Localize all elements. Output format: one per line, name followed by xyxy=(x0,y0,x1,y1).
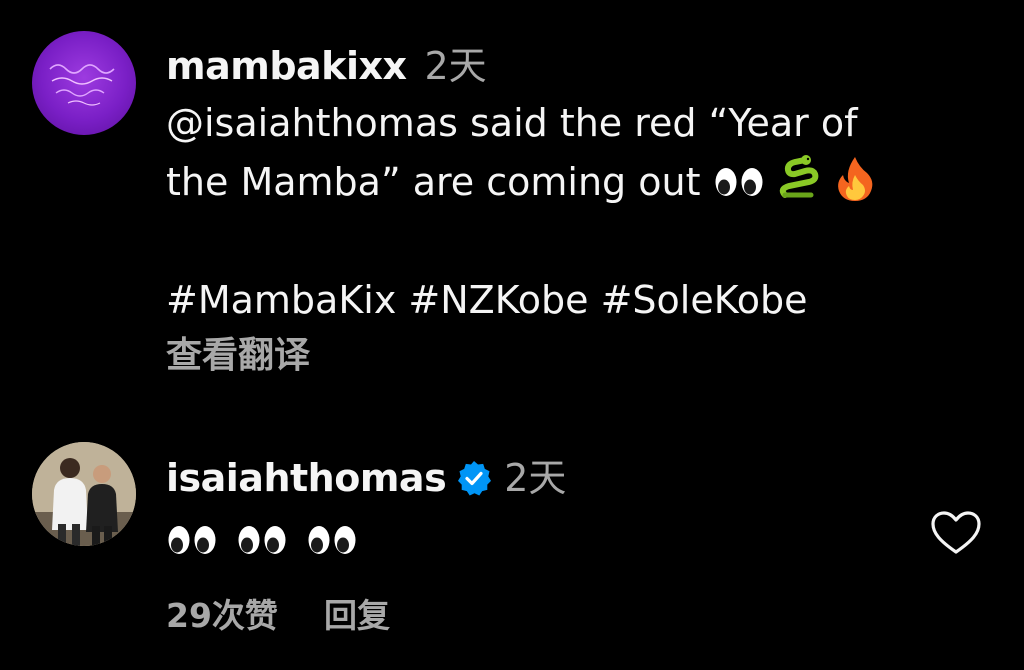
comment-header: isaiahthomas 2天 xyxy=(166,446,984,510)
avatar-logo-icon xyxy=(49,64,115,106)
avatar[interactable] xyxy=(32,442,136,546)
comment-text-line-1: @isaiahthomas said the red “Year of xyxy=(166,101,858,145)
see-translation-link[interactable]: 查看翻译 xyxy=(166,330,984,382)
avatar[interactable] xyxy=(32,31,136,135)
eyes-emoji-icon xyxy=(238,526,286,554)
timestamp: 2天 xyxy=(424,44,487,88)
verified-badge-icon xyxy=(458,461,492,496)
reply-button[interactable]: 回复 xyxy=(324,588,390,644)
comment-actions: 29次赞 回复 xyxy=(166,588,390,644)
comment-text: @isaiahthomas said the red “Year of the … xyxy=(166,94,984,330)
avatar-photo-icon xyxy=(32,442,136,546)
hashtag-mambakix[interactable]: #MambaKix xyxy=(166,278,396,322)
comment-text xyxy=(166,512,984,568)
likes-count[interactable]: 29次赞 xyxy=(166,588,278,644)
comment-text-line-2: the Mamba” are coming out xyxy=(166,153,984,212)
comment-body: mambakixx 2天 @isaiahthomas said the red … xyxy=(166,34,984,382)
hashtags: #MambaKix #NZKobe #SoleKobe xyxy=(166,271,984,330)
username[interactable]: mambakixx xyxy=(166,34,407,98)
snake-emoji-icon xyxy=(779,155,819,198)
eyes-emoji-icon xyxy=(715,168,763,196)
username[interactable]: isaiahthomas xyxy=(166,446,447,510)
timestamp: 2天 xyxy=(504,456,567,500)
fire-emoji-icon xyxy=(837,157,873,201)
comment-header: mambakixx 2天 xyxy=(166,34,984,98)
comment-body: isaiahthomas 2天 xyxy=(166,446,984,568)
comment-text-line-2-text: the Mamba” are coming out xyxy=(166,160,701,204)
eyes-emoji-icon xyxy=(308,526,356,554)
hashtag-nzkobe[interactable]: #NZKobe xyxy=(408,278,588,322)
heart-icon[interactable] xyxy=(930,510,982,556)
eyes-emoji-icon xyxy=(168,526,216,554)
hashtag-solekobe[interactable]: #SoleKobe xyxy=(601,278,808,322)
